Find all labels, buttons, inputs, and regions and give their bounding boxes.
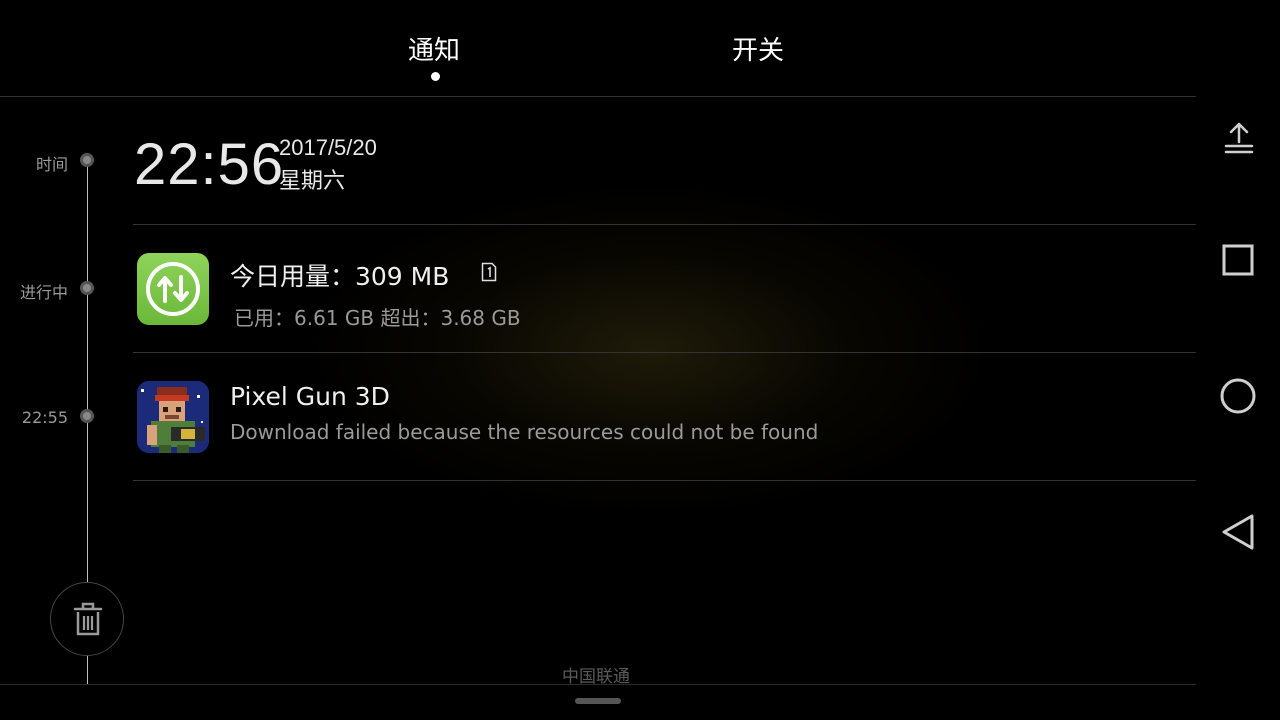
- pixel-gun-3d-app-icon: [137, 381, 209, 453]
- notification-subtitle: Download failed because the resources co…: [230, 420, 819, 444]
- timeline-dot: [80, 409, 94, 423]
- collapse-panel-button[interactable]: [1210, 112, 1266, 168]
- clear-all-button[interactable]: [50, 582, 124, 656]
- sim-card-1-icon: [481, 262, 497, 282]
- home-button[interactable]: [1210, 368, 1266, 424]
- data-transfer-icon: [137, 253, 209, 325]
- row-divider: [133, 480, 1196, 481]
- back-triangle-icon: [1222, 514, 1254, 550]
- row-divider: [133, 224, 1196, 225]
- notification-title: Pixel Gun 3D: [230, 382, 390, 411]
- navigation-bar: [1196, 0, 1280, 720]
- drag-handle[interactable]: [575, 698, 621, 704]
- recents-button[interactable]: [1210, 232, 1266, 288]
- clock-time: 22:56: [134, 132, 285, 197]
- timeline-label-ongoing: 进行中: [19, 283, 68, 302]
- back-button[interactable]: [1210, 504, 1266, 560]
- timeline-dot: [80, 153, 94, 167]
- tab-notifications[interactable]: 通知: [408, 30, 460, 67]
- trash-icon: [73, 602, 103, 636]
- clock-date: 2017/5/20: [279, 135, 377, 160]
- header-divider: [0, 96, 1196, 97]
- recents-square-icon: [1222, 244, 1254, 276]
- timeline-label-time: 时间: [35, 155, 68, 174]
- timeline-label-timestamp: 22:55: [21, 408, 68, 427]
- row-divider: [133, 352, 1196, 353]
- expand-up-icon: [1224, 122, 1254, 154]
- notification-subtitle: 已用：6.61 GB 超出：3.68 GB: [234, 306, 521, 330]
- background-glow: [300, 180, 1000, 520]
- carrier-name: 中国联通: [562, 667, 630, 687]
- tab-switches[interactable]: 开关: [732, 30, 784, 67]
- active-tab-indicator: [431, 72, 440, 81]
- clock-weekday: 星期六: [279, 169, 346, 194]
- timeline-dot: [80, 281, 94, 295]
- home-circle-icon: [1220, 378, 1256, 414]
- notification-title: 今日用量：309 MB: [230, 262, 450, 291]
